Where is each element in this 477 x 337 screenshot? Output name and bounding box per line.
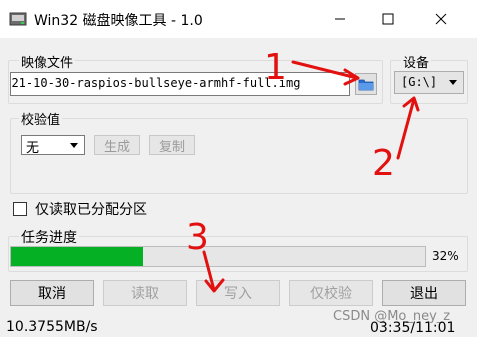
annotation-number-1: 1 [264,47,287,88]
annotation-arrowhead-3 [204,278,225,293]
annotation-number-2: 2 [372,143,395,184]
annotation-number-3: 3 [186,217,209,258]
annotation-overlay [202,60,420,293]
annotation-arrow-2 [396,97,416,160]
